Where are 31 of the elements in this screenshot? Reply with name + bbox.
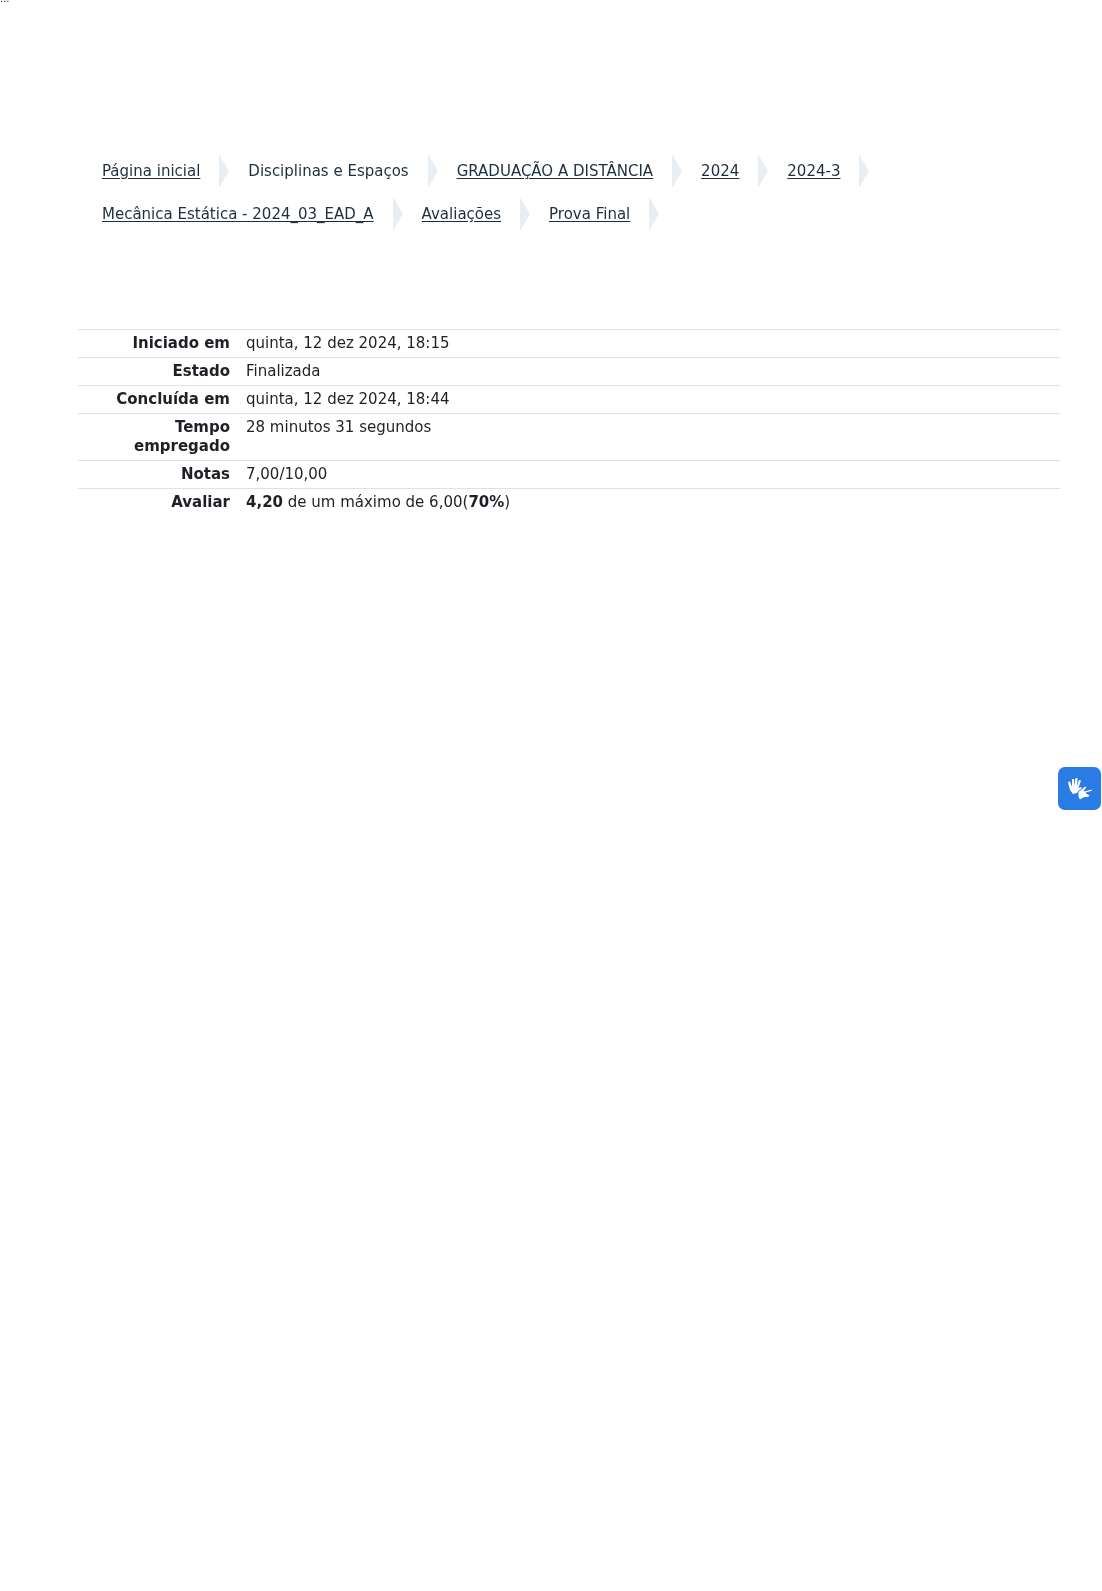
breadcrumb-text: Disciplinas e Espaços [247,161,410,182]
breadcrumb-link[interactable]: 2024 [691,154,750,189]
hands-icon [1065,775,1094,802]
field-label: Estado [172,362,230,380]
breadcrumb-link[interactable]: GRADUAÇÃO A DISTÂNCIA [446,154,664,189]
breadcrumb-link[interactable]: Mecânica Estática - 2024_03_EAD_A [92,196,384,231]
ellipsis-text: ... [0,0,10,4]
field-label: Notas [180,465,230,483]
field-value: 28 minutos 31 segundos [246,418,432,436]
field-label: Concluída em [116,390,230,408]
chevron-separator-icon [648,196,661,231]
field-label: Iniciado em [132,334,230,352]
chevron-separator-icon [426,154,439,189]
chevron-separator-icon [391,196,404,231]
chevron-separator-icon [218,154,231,189]
breadcrumb-link[interactable]: Prova Final [539,196,641,231]
breadcrumb-link[interactable]: 2024-3 [777,154,851,189]
field-label: Tempo empregado [134,418,230,455]
field-value: 4,20 de um máximo de 6,00(70%) [246,493,511,511]
field-label: Avaliar [171,493,230,511]
sign-language-button[interactable] [1058,767,1101,810]
field-value: quinta, 12 dez 2024, 18:44 [246,390,450,408]
chevron-separator-icon [757,154,770,189]
field-value: 7,00/10,00 [246,465,328,483]
breadcrumb-link[interactable]: Avaliações [411,196,512,231]
field-value: Finalizada [246,362,321,380]
breadcrumb-link[interactable]: Página inicial [92,154,211,189]
chevron-separator-icon [671,154,684,189]
field-value: quinta, 12 dez 2024, 18:15 [246,334,450,352]
chevron-separator-icon [519,196,532,231]
chevron-separator-icon [858,154,871,189]
